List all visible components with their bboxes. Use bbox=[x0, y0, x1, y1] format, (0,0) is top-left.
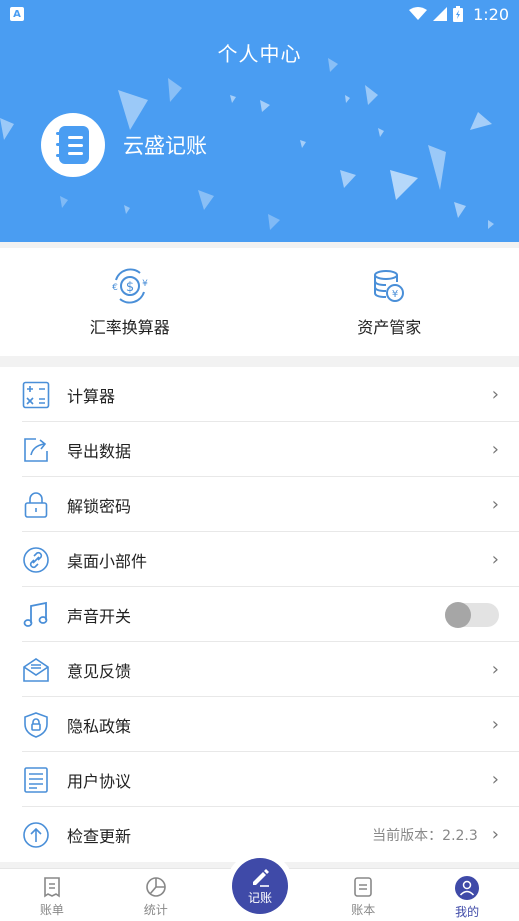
menu-item-feedback[interactable]: 意见反馈 › bbox=[0, 642, 519, 697]
profile-header: A 1:20 个人中心 云盛记账 bbox=[0, 0, 519, 242]
nav-label: 我的 bbox=[455, 905, 480, 919]
username: 云盛记账 bbox=[123, 134, 207, 158]
nav-label: 账本 bbox=[351, 903, 376, 917]
chevron-right-icon: › bbox=[491, 384, 499, 405]
menu-item-label: 桌面小部件 bbox=[67, 551, 148, 571]
pie-chart-icon bbox=[145, 877, 166, 897]
privacy-shield-icon bbox=[24, 711, 48, 738]
update-arrow-icon bbox=[23, 821, 49, 848]
chevron-right-icon: › bbox=[491, 659, 499, 680]
currency-converter-button[interactable]: $ € ¥ 汇率换算器 bbox=[0, 248, 260, 356]
asset-manager-button[interactable]: ¥ 资产管家 bbox=[260, 248, 519, 356]
avatar[interactable] bbox=[41, 113, 105, 177]
bill-list-icon bbox=[44, 877, 60, 898]
chevron-right-icon: › bbox=[491, 439, 499, 460]
widget-link-icon bbox=[23, 546, 49, 573]
status-time: 1:20 bbox=[473, 4, 509, 24]
calculator-icon bbox=[22, 381, 50, 408]
music-note-icon bbox=[23, 601, 48, 627]
menu-item-label: 声音开关 bbox=[67, 606, 132, 626]
lock-icon bbox=[24, 491, 48, 518]
nav-account-book[interactable]: 账本 bbox=[311, 869, 415, 921]
feedback-mail-icon bbox=[23, 657, 49, 682]
svg-text:¥: ¥ bbox=[392, 289, 398, 300]
chevron-right-icon: › bbox=[491, 494, 499, 515]
menu-item-label: 解锁密码 bbox=[67, 496, 132, 516]
agreement-doc-icon bbox=[24, 766, 48, 793]
menu-item-label: 隐私政策 bbox=[67, 716, 132, 736]
account-book-icon bbox=[354, 877, 373, 897]
menu-item-export-data[interactable]: 导出数据 › bbox=[0, 422, 519, 477]
version-text: 当前版本：2.2.3 bbox=[372, 827, 478, 844]
svg-text:¥: ¥ bbox=[142, 279, 148, 289]
chevron-right-icon: › bbox=[491, 824, 499, 845]
app-notification-icon: A bbox=[10, 7, 24, 21]
nav-label: 账单 bbox=[39, 903, 64, 917]
menu-item-label: 导出数据 bbox=[67, 441, 132, 461]
menu-item-label: 用户协议 bbox=[67, 771, 132, 791]
menu-item-user-agreement[interactable]: 用户协议 › bbox=[0, 752, 519, 807]
menu-item-label: 计算器 bbox=[67, 386, 116, 406]
battery-icon bbox=[453, 6, 464, 22]
menu-item-privacy-policy[interactable]: 隐私政策 › bbox=[0, 697, 519, 752]
tool-label: 汇率换算器 bbox=[89, 318, 170, 337]
menu-item-calculator[interactable]: 计算器 › bbox=[0, 367, 519, 422]
svg-text:€: € bbox=[112, 283, 118, 293]
chevron-right-icon: › bbox=[491, 769, 499, 790]
notebook-logo-icon bbox=[56, 126, 89, 164]
menu-item-label: 意见反馈 bbox=[67, 661, 132, 681]
record-label: 记账 bbox=[247, 891, 272, 905]
nav-statistics[interactable]: 统计 bbox=[104, 869, 208, 921]
tool-label: 资产管家 bbox=[357, 318, 422, 337]
tools-card: $ € ¥ 汇率换算器 ¥ 资产管家 bbox=[0, 248, 519, 356]
menu-item-label: 检查更新 bbox=[67, 826, 132, 846]
coin-stack-icon: ¥ bbox=[374, 270, 405, 302]
toggle-knob bbox=[445, 601, 471, 628]
nav-bills[interactable]: 账单 bbox=[0, 869, 104, 921]
user-profile-icon bbox=[455, 876, 480, 900]
menu-item-desktop-widget[interactable]: 桌面小部件 › bbox=[0, 532, 519, 587]
status-bar: A 1:20 bbox=[0, 0, 519, 28]
pencil-icon bbox=[253, 869, 269, 887]
nav-label: 统计 bbox=[143, 903, 168, 917]
settings-list: 计算器 › 导出数据 › 解锁密码 › 桌面小部件 › 声音开关 意见反馈 › … bbox=[0, 367, 519, 862]
user-profile[interactable]: 云盛记账 bbox=[41, 113, 207, 177]
svg-text:$: $ bbox=[126, 280, 134, 295]
chevron-right-icon: › bbox=[491, 549, 499, 570]
nav-mine[interactable]: 我的 bbox=[415, 869, 519, 921]
sound-toggle[interactable] bbox=[445, 601, 499, 628]
page-title: 个人中心 bbox=[217, 42, 302, 66]
menu-item-unlock-password[interactable]: 解锁密码 › bbox=[0, 477, 519, 532]
export-icon bbox=[24, 437, 48, 462]
signal-icon bbox=[433, 7, 448, 21]
chevron-right-icon: › bbox=[491, 714, 499, 735]
currency-exchange-icon: $ € ¥ bbox=[112, 268, 148, 304]
menu-item-sound-switch: 声音开关 bbox=[0, 587, 519, 642]
wifi-icon bbox=[409, 7, 428, 20]
record-button[interactable]: 记账 bbox=[232, 858, 288, 914]
record-button-wrap: 记账 bbox=[226, 852, 294, 920]
